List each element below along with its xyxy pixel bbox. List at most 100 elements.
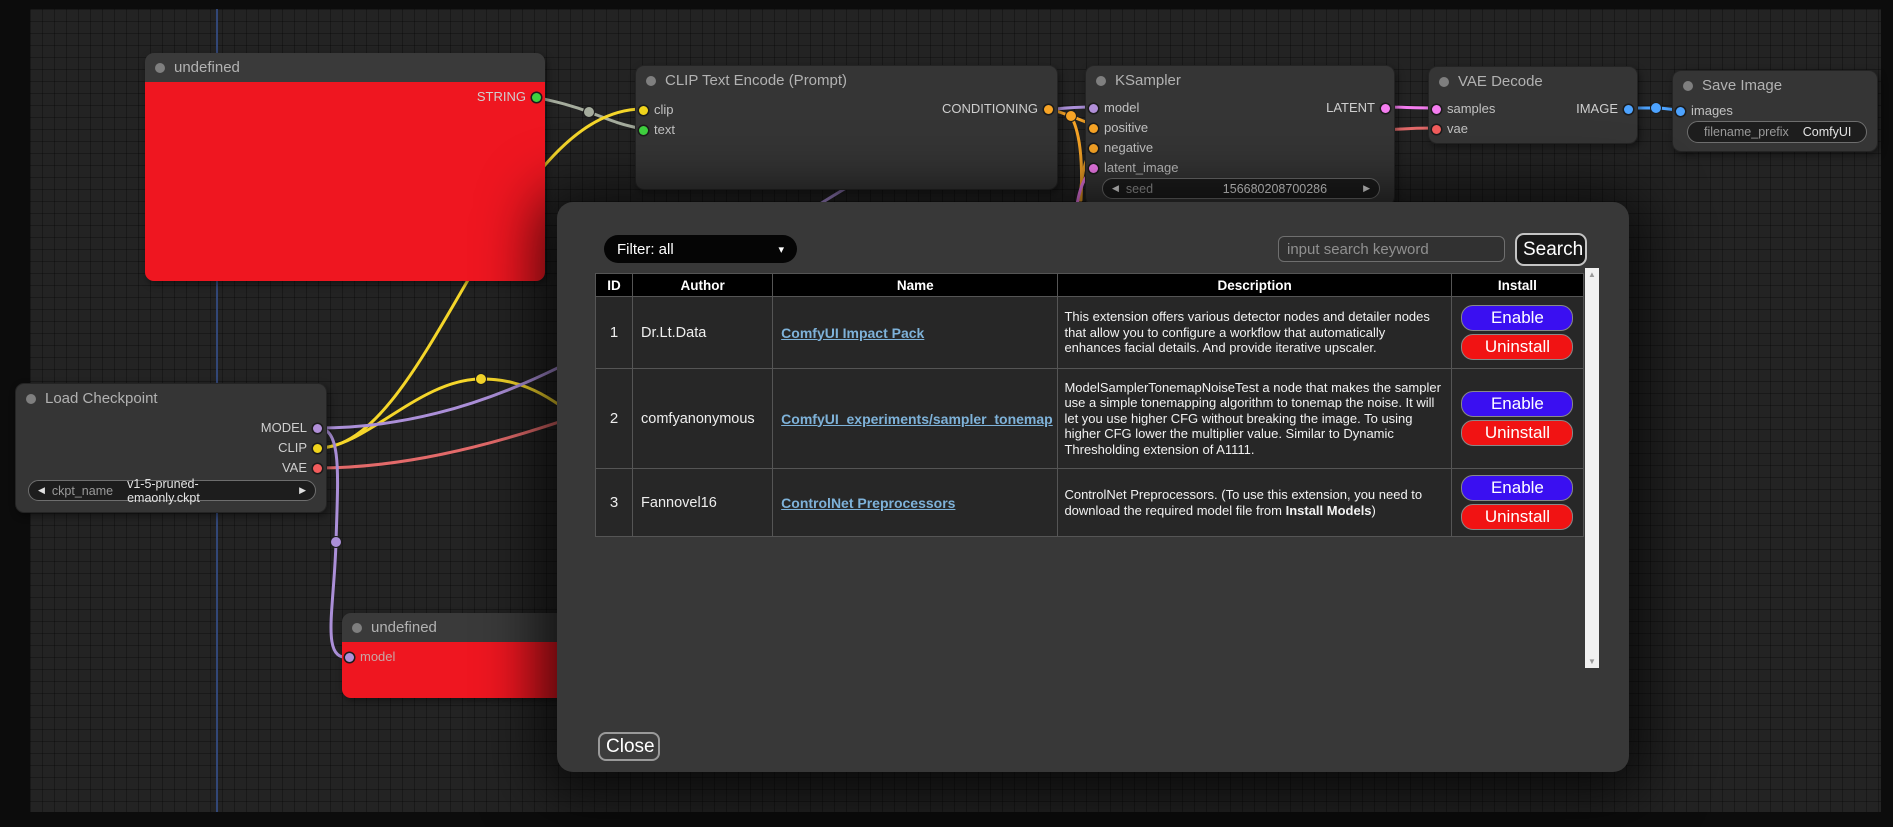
- uninstall-button[interactable]: Uninstall: [1461, 504, 1573, 530]
- enable-button[interactable]: Enable: [1461, 305, 1573, 331]
- output-port-model[interactable]: MODEL: [261, 420, 322, 436]
- filename-prefix-widget[interactable]: filename_prefix ComfyUI: [1687, 121, 1867, 143]
- cell-name: ControlNet Preprocessors: [773, 469, 1058, 537]
- node-title-bar[interactable]: KSampler: [1086, 66, 1394, 95]
- widget-decrement-icon[interactable]: ◀: [38, 485, 45, 496]
- search-button[interactable]: Search: [1515, 233, 1587, 266]
- node-title-bar[interactable]: Load Checkpoint: [16, 384, 326, 413]
- scrollbar-up-icon[interactable]: ▲: [1585, 270, 1599, 279]
- enable-button[interactable]: Enable: [1461, 475, 1573, 501]
- widget-value[interactable]: ComfyUI: [1803, 125, 1852, 139]
- node-title-bar[interactable]: undefined: [342, 613, 565, 642]
- node-collapse-dot[interactable]: [1096, 76, 1106, 86]
- seed-widget[interactable]: ◀ seed 156680208700286 ▶: [1102, 178, 1380, 199]
- node-collapse-dot[interactable]: [155, 63, 165, 73]
- node-title-bar[interactable]: Save Image: [1673, 71, 1877, 100]
- port-dot-icon[interactable]: [1676, 107, 1685, 116]
- input-port-vae[interactable]: vae: [1432, 121, 1468, 137]
- output-port-string[interactable]: STRING: [477, 89, 541, 105]
- node-load-checkpoint[interactable]: Load Checkpoint MODEL CLIP VAE ◀ ckpt_na…: [15, 383, 327, 513]
- cell-description: ControlNet Preprocessors. (To use this e…: [1058, 469, 1451, 537]
- port-dot-icon[interactable]: [1089, 164, 1098, 173]
- input-port-samples[interactable]: samples: [1432, 101, 1495, 117]
- widget-increment-icon[interactable]: ▶: [299, 485, 306, 496]
- port-dot-icon[interactable]: [1432, 105, 1441, 114]
- input-port-images[interactable]: images: [1676, 103, 1733, 119]
- node-clip-text-encode[interactable]: CLIP Text Encode (Prompt) clip text COND…: [635, 65, 1058, 190]
- port-dot-icon[interactable]: [639, 106, 648, 115]
- cell-name: ComfyUI Impact Pack: [773, 297, 1058, 369]
- column-header-name: Name: [773, 274, 1058, 297]
- node-title: undefined: [174, 59, 240, 76]
- node-title: undefined: [371, 619, 437, 636]
- node-title: VAE Decode: [1458, 73, 1543, 90]
- output-port-vae[interactable]: VAE: [282, 460, 322, 476]
- node-vae-decode[interactable]: VAE Decode samples vae IMAGE: [1428, 66, 1638, 144]
- uninstall-button[interactable]: Uninstall: [1461, 334, 1573, 360]
- search-input[interactable]: [1278, 236, 1505, 262]
- node-collapse-dot[interactable]: [352, 623, 362, 633]
- node-collapse-dot[interactable]: [1683, 81, 1693, 91]
- port-dot-icon[interactable]: [532, 93, 541, 102]
- node-ksampler[interactable]: KSampler model positive negative latent_…: [1085, 65, 1395, 206]
- port-dot-icon[interactable]: [1624, 105, 1633, 114]
- comfyui-app: undefined STRING CLIP Text Encode (Promp…: [0, 0, 1893, 827]
- port-dot-icon[interactable]: [1089, 124, 1098, 133]
- widget-value[interactable]: 156680208700286: [1223, 182, 1327, 196]
- widget-value[interactable]: v1-5-pruned-emaonly.ckpt: [127, 477, 269, 505]
- input-port-text[interactable]: text: [639, 122, 675, 138]
- port-dot-icon[interactable]: [1044, 105, 1053, 114]
- input-port-model[interactable]: model: [1089, 100, 1139, 116]
- node-title-bar[interactable]: CLIP Text Encode (Prompt): [636, 66, 1057, 95]
- uninstall-button[interactable]: Uninstall: [1461, 420, 1573, 446]
- filter-dropdown[interactable]: Filter: all ▾: [604, 235, 797, 263]
- widget-increment-icon[interactable]: ▶: [1363, 183, 1370, 194]
- node-collapse-dot[interactable]: [1439, 77, 1449, 87]
- table-scrollbar[interactable]: ▲ ▼: [1585, 268, 1599, 668]
- ckpt-name-widget[interactable]: ◀ ckpt_name v1-5-pruned-emaonly.ckpt ▶: [28, 480, 316, 501]
- node-title-bar[interactable]: undefined: [145, 53, 545, 82]
- input-port-model[interactable]: model: [345, 649, 395, 665]
- column-header-install: Install: [1451, 274, 1583, 297]
- port-dot-icon[interactable]: [313, 424, 322, 433]
- node-undefined-bottom[interactable]: undefined model: [342, 613, 565, 698]
- output-port-conditioning[interactable]: CONDITIONING: [942, 101, 1053, 117]
- node-title: CLIP Text Encode (Prompt): [665, 72, 847, 89]
- close-button[interactable]: Close: [598, 732, 660, 761]
- port-dot-icon[interactable]: [1089, 144, 1098, 153]
- node-collapse-dot[interactable]: [26, 394, 36, 404]
- table-row: 2 comfyanonymous ComfyUI_experiments/sam…: [596, 369, 1584, 469]
- output-port-image[interactable]: IMAGE: [1576, 101, 1633, 117]
- extension-link[interactable]: ControlNet Preprocessors: [781, 495, 955, 511]
- node-title-bar[interactable]: VAE Decode: [1429, 67, 1637, 96]
- cell-description: This extension offers various detector n…: [1058, 297, 1451, 369]
- input-port-positive[interactable]: positive: [1089, 120, 1148, 136]
- port-dot-icon[interactable]: [345, 653, 354, 662]
- input-port-clip[interactable]: clip: [639, 102, 674, 118]
- port-dot-icon[interactable]: [1381, 104, 1390, 113]
- port-dot-icon[interactable]: [313, 464, 322, 473]
- widget-decrement-icon[interactable]: ◀: [1112, 183, 1119, 194]
- output-port-clip[interactable]: CLIP: [278, 440, 322, 456]
- extension-link[interactable]: ComfyUI_experiments/sampler_tonemap: [781, 411, 1053, 427]
- column-header-description: Description: [1058, 274, 1451, 297]
- cell-name: ComfyUI_experiments/sampler_tonemap: [773, 369, 1058, 469]
- scrollbar-down-icon[interactable]: ▼: [1585, 657, 1599, 666]
- port-dot-icon[interactable]: [1432, 125, 1441, 134]
- port-dot-icon[interactable]: [639, 126, 648, 135]
- node-collapse-dot[interactable]: [646, 76, 656, 86]
- node-undefined-top[interactable]: undefined STRING: [145, 53, 545, 281]
- node-save-image[interactable]: Save Image images filename_prefix ComfyU…: [1672, 70, 1878, 152]
- widget-name: filename_prefix: [1704, 125, 1789, 139]
- enable-button[interactable]: Enable: [1461, 391, 1573, 417]
- output-port-latent[interactable]: LATENT: [1326, 100, 1390, 116]
- column-header-author: Author: [633, 274, 773, 297]
- extension-link[interactable]: ComfyUI Impact Pack: [781, 325, 924, 341]
- port-dot-icon[interactable]: [313, 444, 322, 453]
- chevron-down-icon: ▾: [778, 243, 784, 256]
- cell-id: 1: [596, 297, 633, 369]
- port-dot-icon[interactable]: [1089, 104, 1098, 113]
- node-title: Save Image: [1702, 77, 1782, 94]
- input-port-negative[interactable]: negative: [1089, 140, 1153, 156]
- input-port-latent-image[interactable]: latent_image: [1089, 160, 1178, 176]
